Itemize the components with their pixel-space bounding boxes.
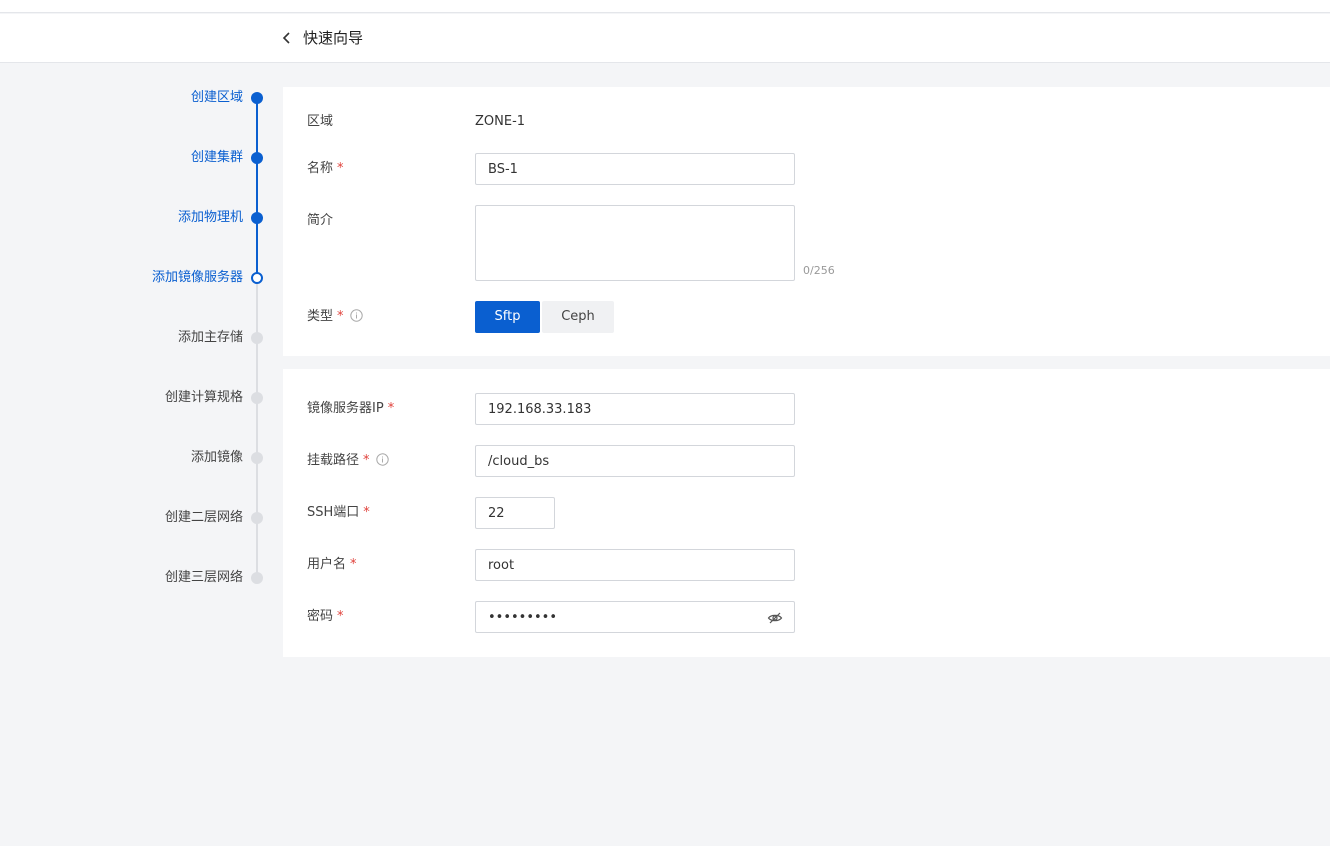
info-icon[interactable]	[349, 309, 363, 322]
required-mark: *	[363, 505, 370, 520]
step-dot	[251, 332, 263, 344]
zone-value: ZONE-1	[475, 114, 526, 129]
ssh-port-input[interactable]	[475, 497, 555, 529]
password-label: 密码 *	[307, 609, 344, 624]
step-add-backup-storage[interactable]: 添加镜像服务器	[0, 266, 270, 290]
username-label: 用户名 *	[307, 557, 357, 572]
step-label: 添加物理机	[177, 210, 243, 225]
required-mark: *	[337, 161, 344, 176]
step-dot	[251, 212, 263, 224]
ssh-port-label: SSH端口 *	[307, 505, 370, 520]
step-add-host[interactable]: 添加物理机	[0, 206, 270, 230]
step-add-image: 添加镜像	[0, 446, 270, 470]
connection-card: 镜像服务器IP* 挂载路径* SSH端口* 用户名* 密码*	[283, 369, 1330, 657]
description-label: 简介	[307, 213, 334, 228]
step-dot	[251, 512, 263, 524]
mount-path-input[interactable]	[475, 445, 795, 477]
wizard-steps: 创建区域 创建集群 添加物理机 添加镜像服务器 添加主存储 创建计算规格 添加镜…	[0, 63, 283, 663]
step-label: 创建集群	[190, 150, 243, 165]
step-label: 创建区域	[190, 90, 243, 105]
name-label: 名称 *	[307, 161, 344, 176]
step-create-l2-network: 创建二层网络	[0, 506, 270, 530]
page-title: 快速向导	[303, 29, 364, 47]
step-create-cluster[interactable]: 创建集群	[0, 146, 270, 170]
basic-info-card: 区域 ZONE-1 名称* 简介 0/256 类型* Sftp Ceph	[283, 87, 1330, 356]
ip-label: 镜像服务器IP *	[307, 401, 395, 416]
step-create-zone[interactable]: 创建区域	[0, 86, 270, 110]
step-label: 添加主存储	[177, 330, 243, 345]
step-dot	[251, 452, 263, 464]
required-mark: *	[337, 609, 344, 624]
step-label: 添加镜像服务器	[151, 270, 243, 285]
step-label: 创建二层网络	[164, 510, 243, 525]
step-label: 创建计算规格	[164, 390, 243, 405]
step-dot	[251, 272, 263, 284]
required-mark: *	[350, 557, 357, 572]
step-dot	[251, 92, 263, 104]
mount-path-label: 挂载路径 *	[307, 452, 389, 470]
step-create-l3-network: 创建三层网络	[0, 566, 270, 590]
description-counter: 0/256	[803, 264, 835, 277]
eye-off-icon[interactable]	[767, 610, 783, 626]
zone-label: 区域	[307, 114, 334, 129]
info-icon[interactable]	[375, 453, 389, 466]
type-ceph-button[interactable]: Ceph	[542, 301, 614, 333]
name-input[interactable]	[475, 153, 795, 185]
top-bar	[0, 0, 1330, 13]
step-dot	[251, 392, 263, 404]
step-dot	[251, 152, 263, 164]
step-dot	[251, 572, 263, 584]
step-create-instance-offering: 创建计算规格	[0, 386, 270, 410]
type-label: 类型 *	[307, 308, 363, 326]
ip-input[interactable]	[475, 393, 795, 425]
username-input[interactable]	[475, 549, 795, 581]
type-sftp-button[interactable]: Sftp	[475, 301, 540, 333]
step-label: 创建三层网络	[164, 570, 243, 585]
required-mark: *	[387, 401, 395, 416]
step-add-primary-storage: 添加主存储	[0, 326, 270, 350]
password-input[interactable]	[475, 601, 795, 633]
description-textarea[interactable]	[475, 205, 795, 281]
page-header: 快速向导	[0, 14, 1330, 63]
step-line-done	[256, 99, 258, 279]
required-mark: *	[337, 309, 344, 324]
chevron-left-icon[interactable]	[280, 29, 294, 47]
required-mark: *	[363, 453, 370, 468]
step-label: 添加镜像	[190, 450, 243, 465]
step-line-pending	[256, 279, 258, 579]
